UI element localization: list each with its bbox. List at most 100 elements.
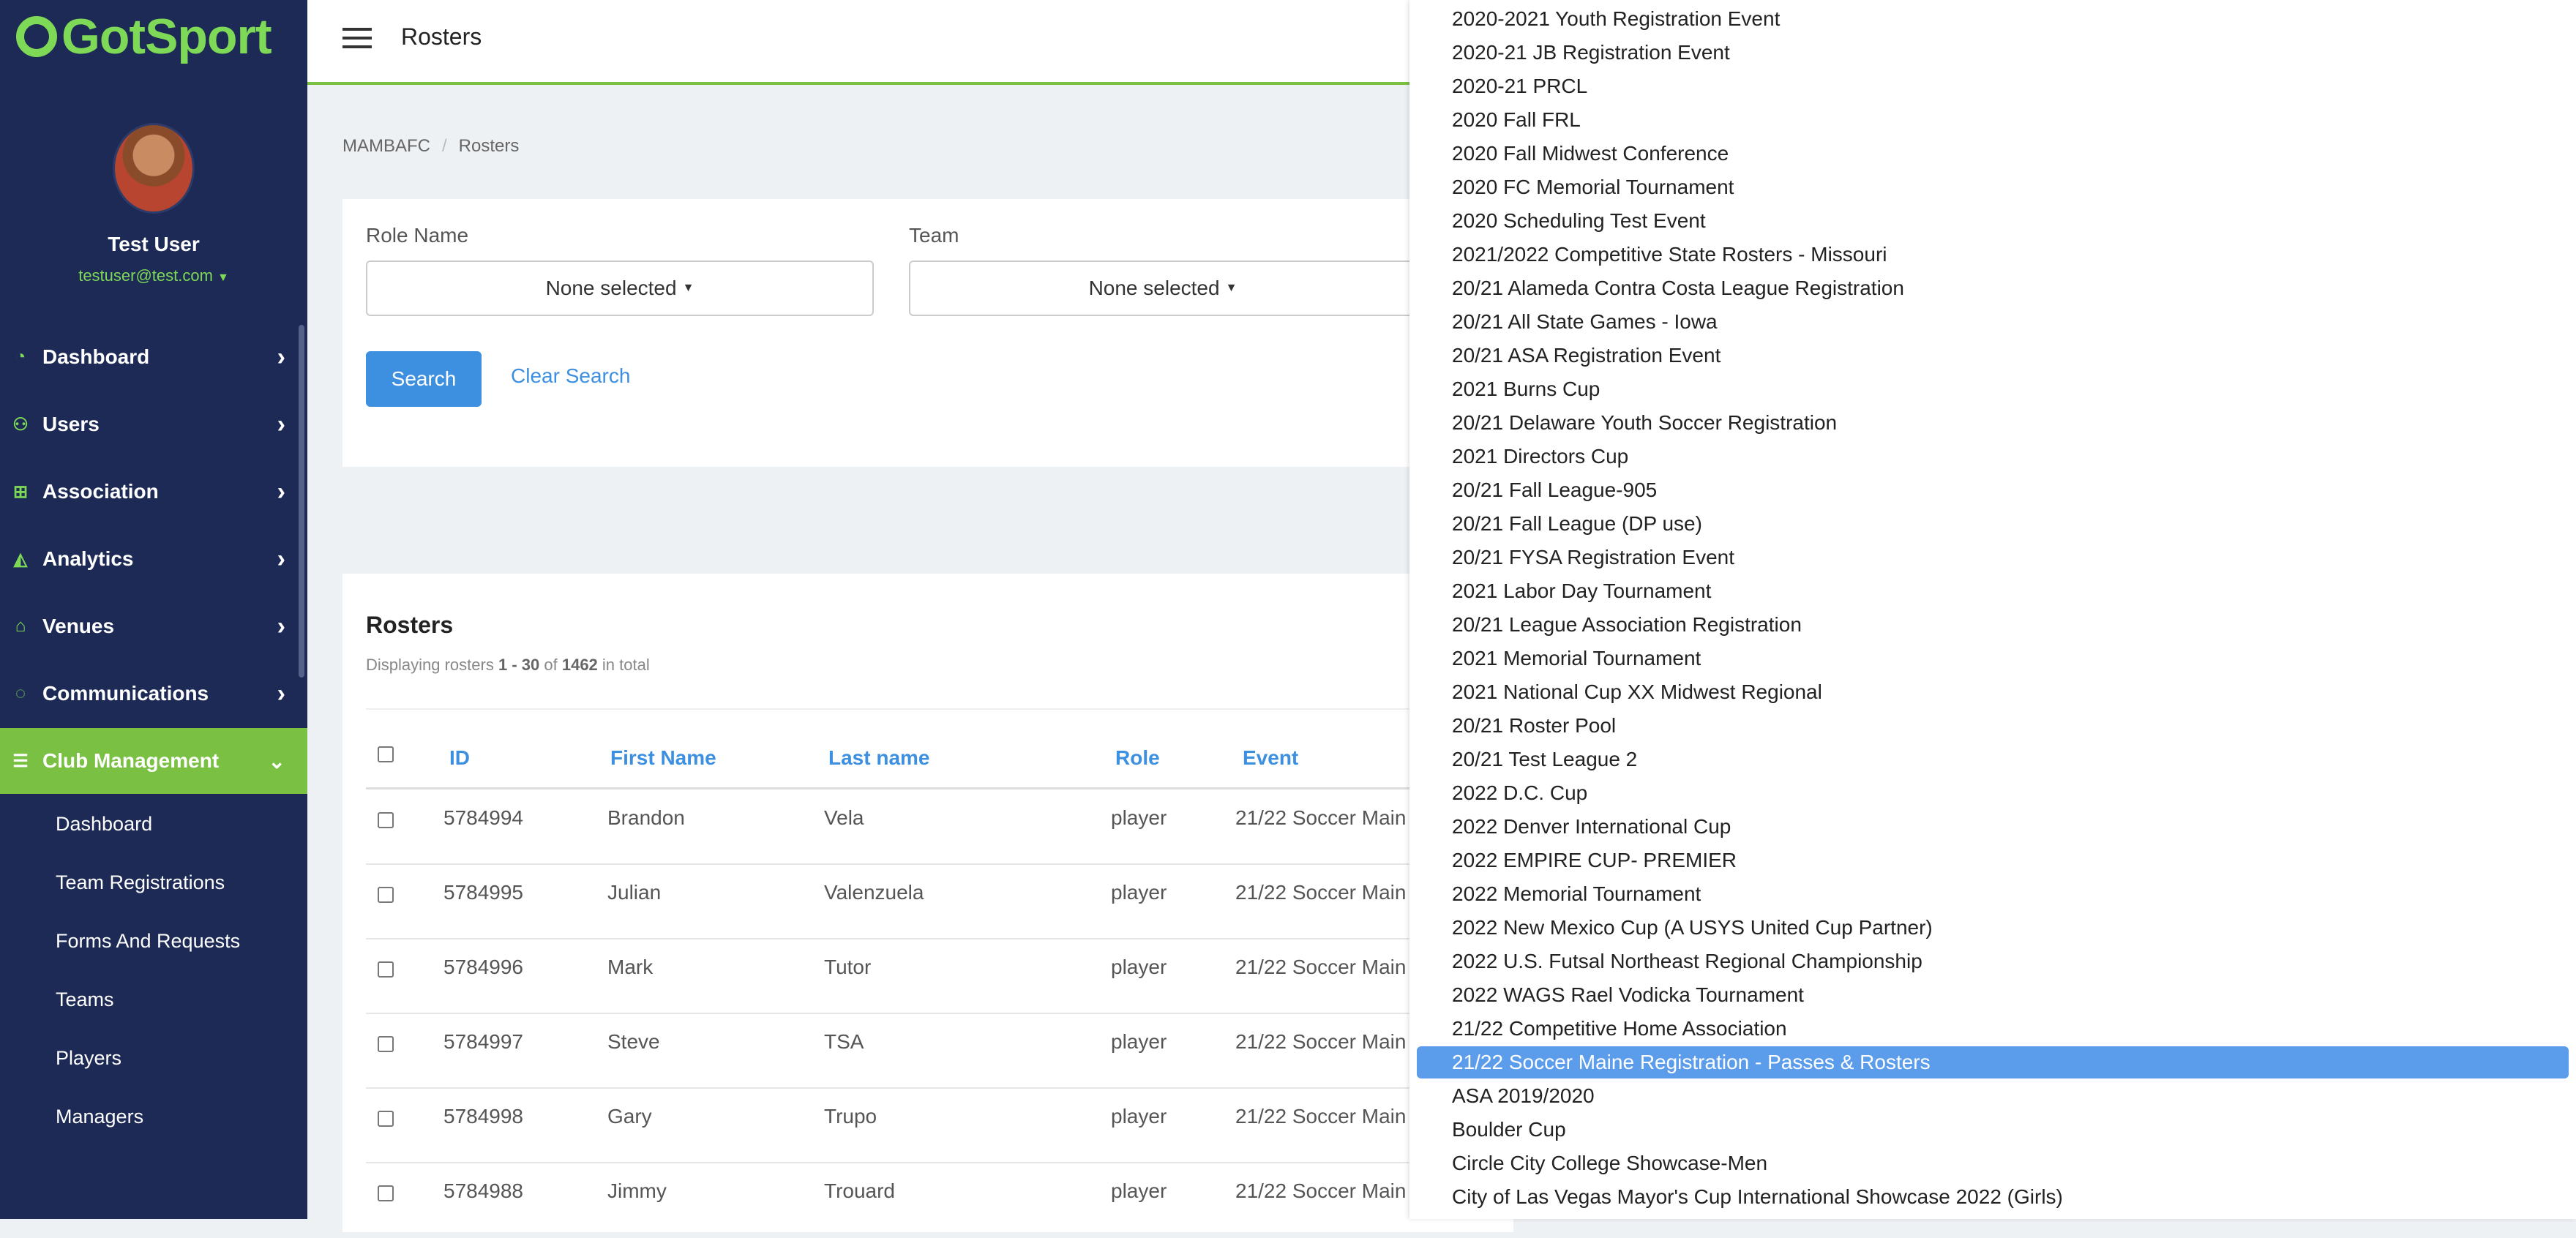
dropdown-option[interactable]: 2020-2021 Youth Registration Event — [1417, 3, 2569, 35]
dropdown-option[interactable]: 2020-21 PRCL — [1417, 70, 2569, 102]
rosters-panel: Rosters Displaying rosters 1 - 30 of 146… — [342, 574, 1513, 1232]
dropdown-option[interactable]: 20/21 Fall League (DP use) — [1417, 508, 2569, 540]
row-checkbox[interactable] — [378, 1036, 394, 1052]
cell-id: 5784994 — [443, 806, 524, 829]
role-name-select[interactable]: None selected ▼ — [366, 260, 874, 316]
table-row[interactable]: 5784996 Mark Tutor player 21/22 Soccer M… — [342, 939, 1513, 1014]
column-header-last-name[interactable]: Last name — [828, 746, 930, 770]
select-all-checkbox[interactable] — [378, 746, 394, 762]
sidebar-subitem-forms-and-requests[interactable]: Forms And Requests — [0, 912, 307, 970]
cell-first-name: Steve — [607, 1030, 660, 1053]
clear-search-link[interactable]: Clear Search — [511, 364, 630, 388]
hamburger-menu-icon[interactable] — [342, 28, 372, 48]
dropdown-option[interactable]: 2022 WAGS Rael Vodicka Tournament — [1417, 979, 2569, 1011]
column-header-first-name[interactable]: First Name — [610, 746, 716, 770]
chevron-right-icon: › — [277, 612, 285, 640]
dropdown-option[interactable]: City of Las Vegas Mayor's Cup Internatio… — [1417, 1181, 2569, 1213]
dropdown-option[interactable]: 21/22 Competitive Home Association — [1417, 1013, 2569, 1045]
dropdown-option[interactable]: Circle City College Showcase-Men — [1417, 1147, 2569, 1179]
dropdown-option-selected[interactable]: 21/22 Soccer Maine Registration - Passes… — [1417, 1046, 2569, 1078]
sidebar-item-label: Association — [42, 480, 159, 503]
row-checkbox[interactable] — [378, 887, 394, 903]
sidebar-item-analytics[interactable]: ◭ Analytics › — [0, 526, 307, 592]
cell-role: player — [1111, 881, 1167, 904]
sidebar-subitem-team-registrations[interactable]: Team Registrations — [0, 853, 307, 912]
sidebar-subitem-dashboard[interactable]: Dashboard — [0, 795, 307, 853]
sidebar-subitem-teams[interactable]: Teams — [0, 970, 307, 1029]
dropdown-option[interactable]: 20/21 Alameda Contra Costa League Regist… — [1417, 272, 2569, 304]
dropdown-option[interactable]: 20/21 ASA Registration Event — [1417, 339, 2569, 372]
sidebar-subitem-managers[interactable]: Managers — [0, 1087, 307, 1146]
dropdown-option[interactable]: 20/21 Roster Pool — [1417, 710, 2569, 742]
dropdown-option[interactable]: 2021 Memorial Tournament — [1417, 642, 2569, 675]
dropdown-option[interactable]: 20/21 Fall League-905 — [1417, 474, 2569, 506]
sidebar-item-label: Venues — [42, 615, 115, 637]
search-button[interactable]: Search — [366, 351, 482, 407]
cell-role: player — [1111, 1179, 1167, 1202]
dropdown-option[interactable]: ASA 2019/2020 — [1417, 1080, 2569, 1112]
row-checkbox[interactable] — [378, 1111, 394, 1127]
caret-down-icon: ▼ — [217, 271, 229, 284]
user-email: testuser@test.com — [78, 266, 213, 285]
row-checkbox[interactable] — [378, 1185, 394, 1201]
breadcrumb-root[interactable]: MAMBAFC — [342, 136, 430, 156]
dropdown-option[interactable]: 2021 Burns Cup — [1417, 373, 2569, 405]
column-header-role[interactable]: Role — [1115, 746, 1160, 770]
logo-mark-icon — [16, 16, 57, 57]
breadcrumb-separator: / — [442, 136, 447, 156]
dropdown-option[interactable]: 2020 Fall FRL — [1417, 104, 2569, 136]
team-select[interactable]: None selected ▼ — [909, 260, 1417, 316]
dropdown-option[interactable]: 2020-21 JB Registration Event — [1417, 37, 2569, 69]
dropdown-option[interactable]: 2021/2022 Competitive State Rosters - Mi… — [1417, 239, 2569, 271]
dropdown-option[interactable]: 2022 U.S. Futsal Northeast Regional Cham… — [1417, 945, 2569, 978]
sidebar-item-club-management[interactable]: ☰ Club Management ⌄ — [0, 728, 307, 794]
cell-id: 5784998 — [443, 1105, 524, 1128]
dropdown-option[interactable]: 2021 National Cup XX Midwest Regional — [1417, 676, 2569, 708]
chevron-right-icon: › — [277, 477, 285, 506]
dropdown-option[interactable]: Boulder Cup — [1417, 1114, 2569, 1146]
dropdown-option[interactable]: 2022 Denver International Cup — [1417, 811, 2569, 843]
dropdown-option[interactable]: 2022 EMPIRE CUP- PREMIER — [1417, 844, 2569, 877]
column-header-id[interactable]: ID — [449, 746, 470, 770]
sidebar-item-venues[interactable]: ⌂ Venues › — [0, 593, 307, 659]
dropdown-option[interactable]: 2020 FC Memorial Tournament — [1417, 171, 2569, 203]
dropdown-option[interactable]: 2020 Fall Midwest Conference — [1417, 138, 2569, 170]
avatar[interactable] — [113, 123, 195, 214]
dropdown-option[interactable]: 20/21 League Association Registration — [1417, 609, 2569, 641]
dropdown-option[interactable]: 2021 Directors Cup — [1417, 440, 2569, 473]
table-header-divider — [366, 787, 1513, 789]
sidebar-item-dashboard[interactable]: ◔ Dashboard › — [0, 324, 307, 390]
table-row[interactable]: 5784988 Jimmy Trouard player 21/22 Socce… — [342, 1163, 1513, 1238]
table-row[interactable]: 5784994 Brandon Vela player 21/22 Soccer… — [342, 790, 1513, 865]
sidebar-item-label: Dashboard — [42, 345, 150, 368]
table-row[interactable]: 5784997 Steve TSA player 21/22 Soccer Ma… — [342, 1014, 1513, 1089]
sidebar-item-communications[interactable]: ◌ Communications › — [0, 661, 307, 727]
row-checkbox[interactable] — [378, 812, 394, 828]
dashboard-icon: ◔ — [15, 347, 26, 367]
row-checkbox[interactable] — [378, 961, 394, 978]
sidebar-item-users[interactable]: ⚇ Users › — [0, 391, 307, 457]
event-dropdown-list[interactable]: 2020-2021 Youth Registration Event 2020-2… — [1409, 0, 2576, 1219]
sidebar-item-association[interactable]: ⊞ Association › — [0, 459, 307, 525]
table-row[interactable]: 5784995 Julian Valenzuela player 21/22 S… — [342, 865, 1513, 939]
count-total: 1462 — [561, 656, 598, 674]
cell-role: player — [1111, 1030, 1167, 1053]
column-header-event[interactable]: Event — [1243, 746, 1298, 770]
caret-down-icon: ▼ — [682, 282, 694, 294]
dropdown-option[interactable]: 2020 Scheduling Test Event — [1417, 205, 2569, 237]
dropdown-option[interactable]: 20/21 Delaware Youth Soccer Registration — [1417, 407, 2569, 439]
dropdown-option[interactable]: 20/21 All State Games - Iowa — [1417, 306, 2569, 338]
user-email-dropdown[interactable]: testuser@test.com ▼ — [0, 266, 307, 285]
dropdown-option[interactable]: 20/21 Test League 2 — [1417, 743, 2569, 776]
table-row[interactable]: 5784998 Gary Trupo player 21/22 Soccer M… — [342, 1089, 1513, 1163]
gotsport-logo[interactable]: GotSport — [0, 0, 307, 73]
dropdown-option[interactable]: 2021 Labor Day Tournament — [1417, 575, 2569, 607]
dropdown-option[interactable]: 2022 New Mexico Cup (A USYS United Cup P… — [1417, 912, 2569, 944]
list-icon: ☰ — [12, 751, 29, 771]
cell-last-name: Tutor — [824, 956, 872, 978]
sidebar-item-label: Club Management — [42, 749, 220, 772]
dropdown-option[interactable]: 20/21 FYSA Registration Event — [1417, 541, 2569, 574]
dropdown-option[interactable]: 2022 D.C. Cup — [1417, 777, 2569, 809]
dropdown-option[interactable]: 2022 Memorial Tournament — [1417, 878, 2569, 910]
sidebar-subitem-players[interactable]: Players — [0, 1029, 307, 1087]
